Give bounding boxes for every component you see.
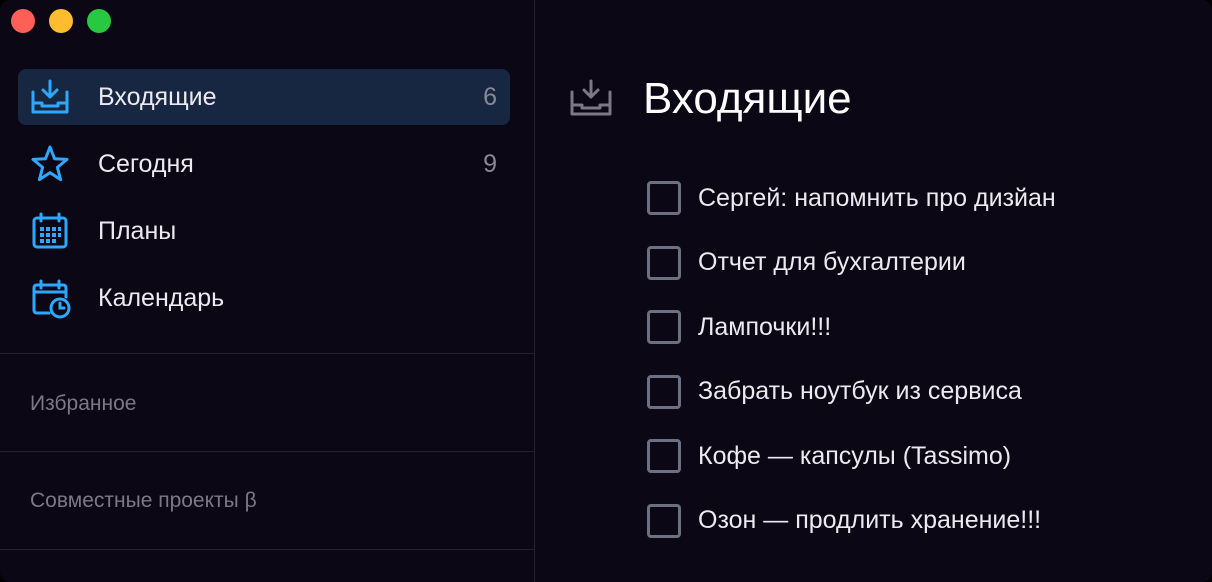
favorites-section-label[interactable]: Избранное: [30, 392, 136, 416]
task-checkbox[interactable]: [647, 439, 681, 473]
traffic-lights: [11, 9, 111, 33]
divider: [0, 451, 535, 452]
inbox-icon: [569, 78, 613, 118]
calendar-grid-icon: [29, 210, 71, 252]
task-item: Лампочки!!!: [647, 309, 1056, 345]
task-title[interactable]: Озон — продлить хранение!!!: [698, 506, 1041, 535]
sidebar-item-plans[interactable]: Планы: [18, 203, 510, 259]
close-window-button[interactable]: [11, 9, 35, 33]
task-checkbox[interactable]: [647, 310, 681, 344]
task-item: Озон — продлить хранение!!!: [647, 503, 1056, 539]
task-list: Сергей: напомнить про дизйан Отчет для б…: [647, 180, 1056, 567]
sidebar-item-count: 6: [483, 82, 497, 111]
task-title[interactable]: Отчет для бухгалтерии: [698, 248, 966, 277]
task-checkbox[interactable]: [647, 503, 681, 538]
task-title[interactable]: Сергей: напомнить про дизйан: [698, 184, 1056, 213]
sidebar-item-count: 9: [483, 149, 497, 178]
inbox-icon: [29, 76, 71, 118]
star-icon: [29, 143, 71, 185]
sidebar: Входящие 6 Сегодня 9 Планы Календарь Изб…: [0, 0, 535, 582]
task-title[interactable]: Лампочки!!!: [698, 313, 831, 342]
divider: [0, 353, 535, 354]
shared-projects-section-label[interactable]: Совместные проекты β: [30, 489, 257, 513]
sidebar-item-today[interactable]: Сегодня 9: [18, 136, 510, 192]
task-checkbox[interactable]: [647, 181, 681, 215]
sidebar-item-label: Календарь: [98, 283, 225, 312]
task-title[interactable]: Кофе — капсулы (Tassimo): [698, 442, 1011, 471]
sidebar-item-label: Сегодня: [98, 149, 194, 178]
divider: [0, 549, 535, 550]
sidebar-nav: Входящие 6 Сегодня 9 Планы Календарь: [18, 69, 510, 337]
sidebar-item-label: Входящие: [98, 82, 217, 111]
task-item: Сергей: напомнить про дизйан: [647, 180, 1056, 216]
sidebar-item-inbox[interactable]: Входящие 6: [18, 69, 510, 125]
maximize-window-button[interactable]: [87, 9, 111, 33]
task-checkbox[interactable]: [647, 245, 681, 280]
calendar-clock-icon: [29, 277, 71, 319]
task-title[interactable]: Забрать ноутбук из сервиса: [698, 377, 1022, 406]
minimize-window-button[interactable]: [49, 9, 73, 33]
sidebar-item-calendar[interactable]: Календарь: [18, 270, 510, 326]
task-checkbox[interactable]: [647, 374, 681, 409]
main-panel: Входящие Сергей: напомнить про дизйан От…: [535, 0, 1212, 582]
task-item: Кофе — капсулы (Tassimo): [647, 438, 1056, 474]
sidebar-item-label: Планы: [98, 216, 177, 245]
page-title: Входящие: [643, 74, 852, 123]
task-item: Отчет для бухгалтерии: [647, 245, 1056, 281]
task-item: Забрать ноутбук из сервиса: [647, 374, 1056, 410]
app-window: Входящие 6 Сегодня 9 Планы Календарь Изб…: [0, 0, 1212, 582]
